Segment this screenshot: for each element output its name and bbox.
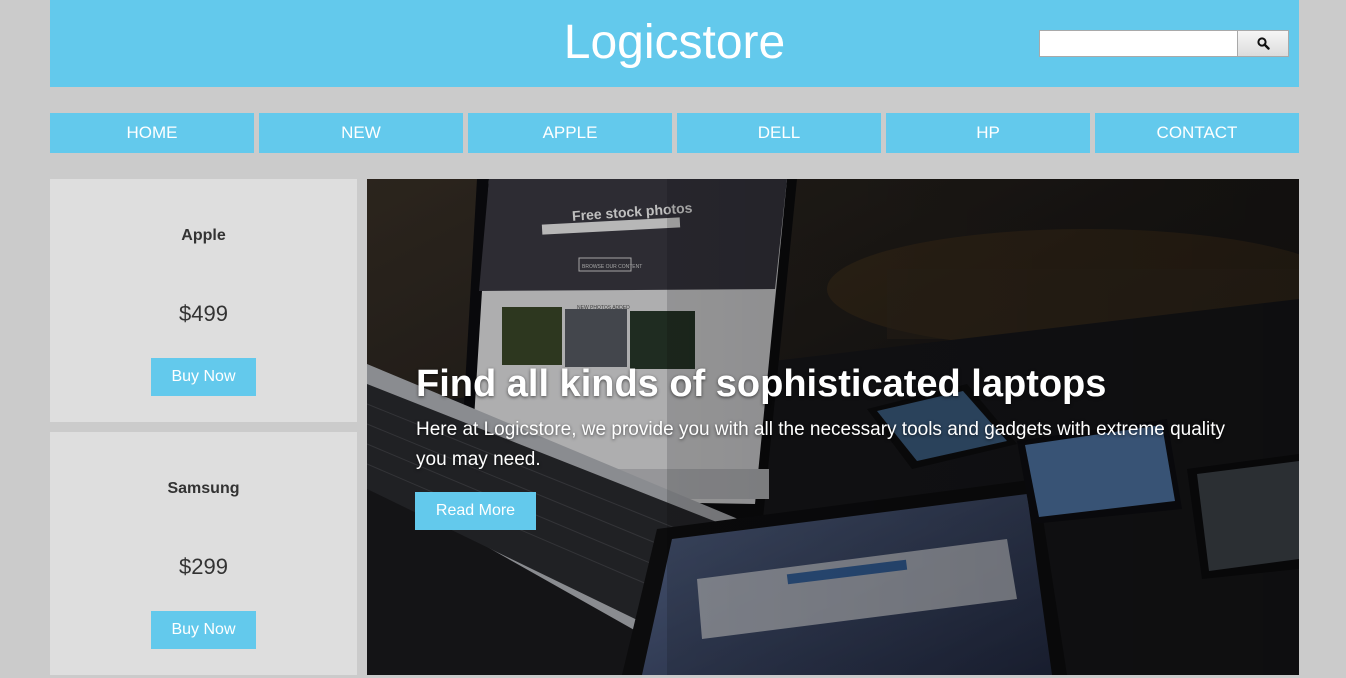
- product-card-samsung: Samsung $299 Buy Now: [50, 432, 357, 675]
- read-more-button[interactable]: Read More: [415, 492, 536, 530]
- main-nav: HOME NEW APPLE DELL HP CONTACT: [50, 113, 1299, 153]
- product-card-apple: Apple $499 Buy Now: [50, 179, 357, 422]
- search-button[interactable]: [1238, 30, 1289, 57]
- hero-description: Here at Logicstore, we provide you with …: [416, 419, 1225, 470]
- search-box: [1039, 30, 1289, 57]
- nav-item-dell[interactable]: DELL: [677, 113, 881, 153]
- hero-banner: Free stock photos BROWSE OUR CONTENT NEW…: [367, 179, 1299, 675]
- product-name: Samsung: [167, 480, 240, 497]
- nav-item-apple[interactable]: APPLE: [468, 113, 672, 153]
- nav-item-hp[interactable]: HP: [886, 113, 1090, 153]
- product-name: Apple: [181, 227, 226, 244]
- buy-now-button[interactable]: Buy Now: [151, 358, 256, 396]
- nav-item-new[interactable]: NEW: [259, 113, 463, 153]
- search-input[interactable]: [1039, 30, 1238, 57]
- product-price: $299: [179, 554, 228, 579]
- nav-item-home[interactable]: HOME: [50, 113, 254, 153]
- nav-item-contact[interactable]: CONTACT: [1095, 113, 1299, 153]
- buy-now-button[interactable]: Buy Now: [151, 611, 256, 649]
- product-price: $499: [179, 301, 228, 326]
- search-icon: [1256, 37, 1270, 50]
- hero-title: Find all kinds of sophisticated laptops: [416, 363, 1107, 405]
- site-header: Logicstore: [50, 0, 1299, 87]
